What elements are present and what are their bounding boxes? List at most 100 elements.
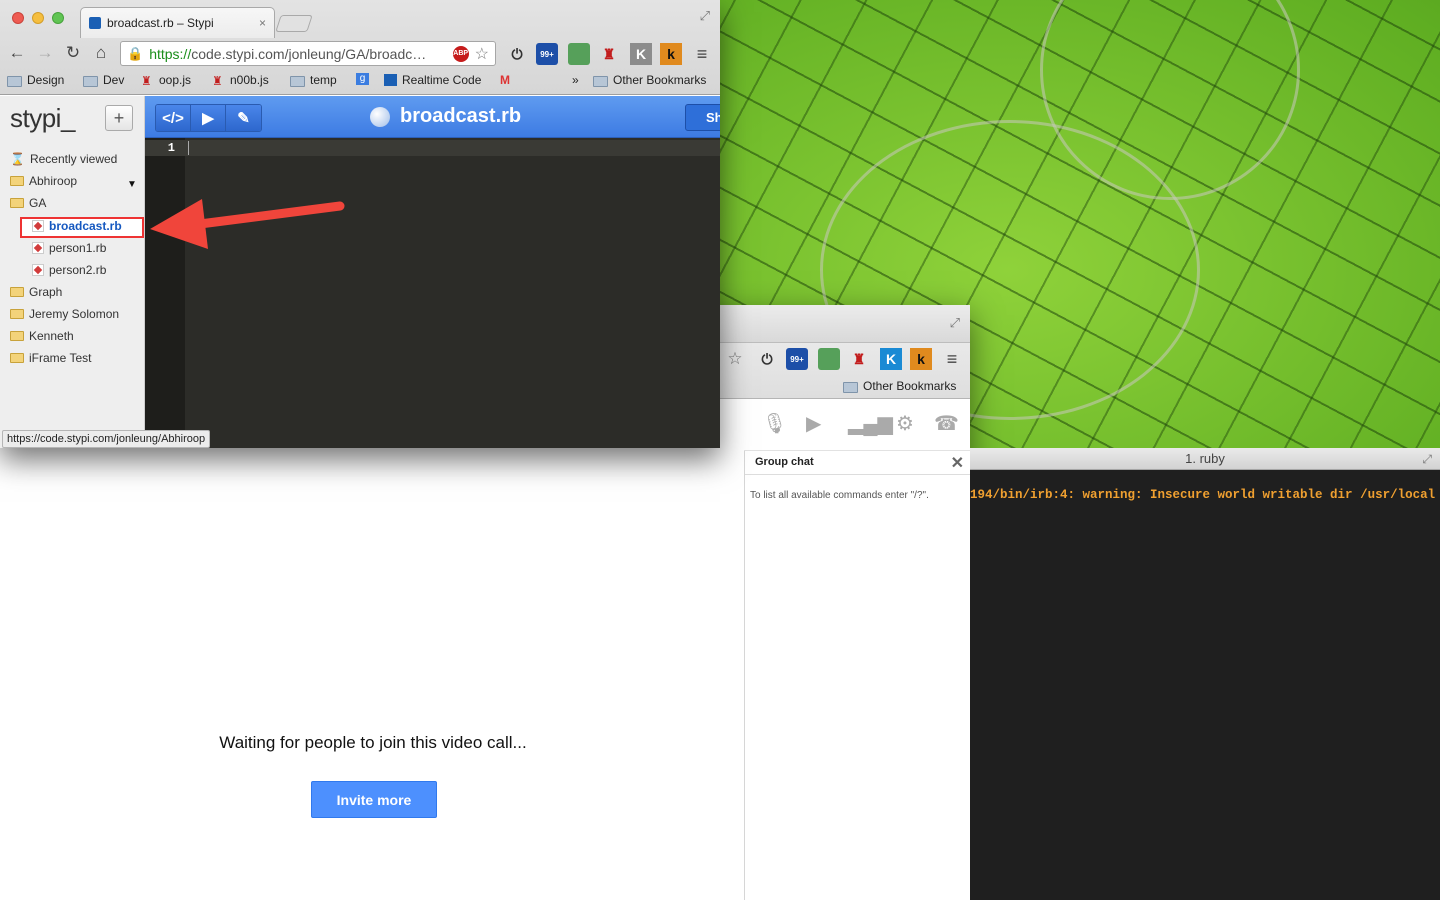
- sidebar-item-iframe-test[interactable]: iFrame Test: [10, 351, 91, 365]
- tab-close-icon[interactable]: ×: [259, 16, 266, 30]
- k2-extension-icon[interactable]: k: [910, 348, 932, 370]
- draw-mode-button[interactable]: ✎: [226, 105, 261, 131]
- k-extension-label: K: [885, 351, 897, 367]
- other-bookmarks[interactable]: Other Bookmarks: [593, 73, 706, 87]
- bookmark-gmail[interactable]: M: [500, 73, 510, 87]
- home-icon[interactable]: ⌂: [91, 43, 111, 63]
- mute-mic-icon[interactable]: 🎙: [762, 411, 787, 436]
- bookmarks-overflow[interactable]: »: [572, 73, 579, 87]
- bookmark-star-icon[interactable]: ☆: [475, 44, 489, 64]
- sidebar-item-graph[interactable]: Graph: [10, 285, 62, 299]
- address-bar[interactable]: 🔒 https://code.stypi.com/jonleung/GA/bro…: [120, 41, 496, 66]
- bookmark-label: Dev: [103, 73, 125, 87]
- sidebar-item-jeremy-solomon[interactable]: Jeremy Solomon: [10, 307, 119, 321]
- bookmark-design[interactable]: Design: [7, 73, 64, 87]
- new-tab-button[interactable]: [275, 15, 313, 32]
- power-icon[interactable]: ⏻: [756, 348, 778, 370]
- sidebar-file-person2[interactable]: person2.rb: [32, 263, 106, 277]
- video-stage: Waiting for people to join this video ca…: [2, 399, 744, 895]
- k2-extension-icon[interactable]: k: [660, 43, 682, 65]
- folder-icon: [10, 353, 24, 363]
- bookmark-oop-js[interactable]: ♜ oop.js: [141, 73, 192, 88]
- fullscreen-icon[interactable]: ⤢: [700, 8, 710, 24]
- refresh-extension-icon[interactable]: [818, 348, 840, 370]
- back-arrow-icon[interactable]: ←: [7, 43, 27, 63]
- minimize-window-button[interactable]: [32, 12, 44, 24]
- settings-gear-icon[interactable]: ⚙: [896, 411, 914, 436]
- power-icon[interactable]: ⏻: [506, 43, 528, 65]
- sidebar-item-label: Kenneth: [29, 329, 74, 343]
- folder-icon: [10, 176, 24, 186]
- add-file-button[interactable]: +: [105, 105, 133, 131]
- other-bookmarks-label: Other Bookmarks: [863, 379, 957, 393]
- camera-off-icon[interactable]: ▶: [806, 411, 821, 436]
- globe-icon: [370, 106, 390, 127]
- tab-broadcast[interactable]: broadcast.rb – Stypi ×: [80, 7, 275, 38]
- bookmark-label: temp: [310, 73, 337, 87]
- close-window-button[interactable]: [12, 12, 24, 24]
- folder-icon: [843, 381, 858, 393]
- sidebar-item-ga[interactable]: GA: [10, 196, 46, 210]
- adblock-icon[interactable]: ABP: [452, 45, 469, 62]
- phone-badge-icon[interactable]: 99+: [536, 43, 558, 65]
- bookmark-temp[interactable]: temp: [290, 73, 337, 87]
- fullscreen-icon[interactable]: ⤢: [950, 315, 960, 331]
- bookmark-label: n00b.js: [230, 73, 269, 87]
- sidebar-item-abhiroop[interactable]: Abhiroop: [10, 174, 77, 188]
- menu-icon[interactable]: ≡: [691, 43, 713, 65]
- bookmark-label: Realtime Code: [402, 73, 482, 87]
- bookmark-g-icon[interactable]: g: [356, 73, 369, 85]
- signal-icon[interactable]: ▂▄▆: [848, 411, 893, 436]
- bookmark-star-icon[interactable]: ☆: [724, 348, 746, 370]
- menu-icon[interactable]: ≡: [941, 348, 963, 370]
- chevron-down-icon[interactable]: ▼: [127, 179, 137, 190]
- url-text: https://code.stypi.com/jonleung/GA/broad…: [149, 46, 446, 62]
- fullscreen-icon[interactable]: ⤢: [1422, 448, 1432, 470]
- k-extension-label: K: [635, 46, 647, 62]
- folder-icon: [10, 287, 24, 297]
- terminal-window: 1. ruby ⤢ 194/bin/irb:4: warning: Insecu…: [970, 448, 1440, 900]
- bookmark-dev[interactable]: Dev: [83, 73, 124, 87]
- editor-header: </> ▶ ✎ broadcast.rb Sh: [145, 96, 720, 138]
- url-scheme: https://: [149, 45, 192, 62]
- forward-arrow-icon[interactable]: →: [35, 43, 55, 63]
- sidebar-item-kenneth[interactable]: Kenneth: [10, 329, 74, 343]
- bookmarks-bar: Design Dev ♜ oop.js ♜ n00b.js temp g Realt…: [0, 70, 720, 92]
- bookmark-label: oop.js: [159, 73, 192, 87]
- bookmark-realtime-code[interactable]: Realtime Code: [384, 73, 481, 87]
- refresh-extension-icon[interactable]: [568, 43, 590, 65]
- close-icon[interactable]: ✕: [951, 453, 964, 473]
- sidebar-item-label: broadcast.rb: [49, 219, 122, 233]
- video-mode-button[interactable]: ▶: [191, 105, 226, 131]
- code-editor[interactable]: 1: [145, 138, 720, 448]
- bookmark-n00b-js[interactable]: ♜ n00b.js: [212, 73, 269, 88]
- group-chat-title: Group chat: [755, 456, 814, 468]
- sidebar-file-broadcast[interactable]: broadcast.rb: [32, 219, 122, 233]
- couch-icon: ♜: [212, 74, 223, 88]
- sidebar-item-recently-viewed[interactable]: ⌛ Recently viewed: [10, 152, 117, 166]
- hang-up-icon[interactable]: ☎: [934, 411, 959, 436]
- couch-icon[interactable]: ♜: [598, 43, 620, 65]
- folder-icon: [83, 75, 98, 87]
- invite-more-button[interactable]: Invite more: [311, 781, 437, 818]
- sidebar-item-label: person2.rb: [49, 263, 107, 277]
- phone-badge-icon[interactable]: 99+: [786, 348, 808, 370]
- other-bookmarks-label: Other Bookmarks: [613, 73, 707, 87]
- group-chat-panel: Group chat ✕ To list all available comma…: [744, 451, 970, 900]
- hourglass-icon: ⌛: [10, 152, 25, 166]
- couch-icon[interactable]: ♜: [848, 348, 870, 370]
- reload-icon[interactable]: ↻: [63, 43, 83, 63]
- sidebar-item-label: Jeremy Solomon: [29, 307, 120, 321]
- lock-icon: 🔒: [127, 45, 144, 61]
- folder-icon: [593, 75, 608, 87]
- stypi-browser-window: broadcast.rb – Stypi × ⤢ ← → ↻ ⌂ 🔒 https…: [0, 0, 720, 448]
- stypi-favicon-icon: [89, 17, 101, 29]
- sidebar-file-person1[interactable]: person1.rb: [32, 241, 106, 255]
- k-extension-icon[interactable]: K: [630, 43, 652, 65]
- share-button[interactable]: Sh: [685, 104, 720, 131]
- zoom-window-button[interactable]: [52, 12, 64, 24]
- file-title-text: broadcast.rb: [400, 105, 522, 127]
- other-bookmarks[interactable]: Other Bookmarks: [843, 379, 956, 393]
- k-extension-icon[interactable]: K: [880, 348, 902, 370]
- code-mode-button[interactable]: </>: [156, 105, 191, 131]
